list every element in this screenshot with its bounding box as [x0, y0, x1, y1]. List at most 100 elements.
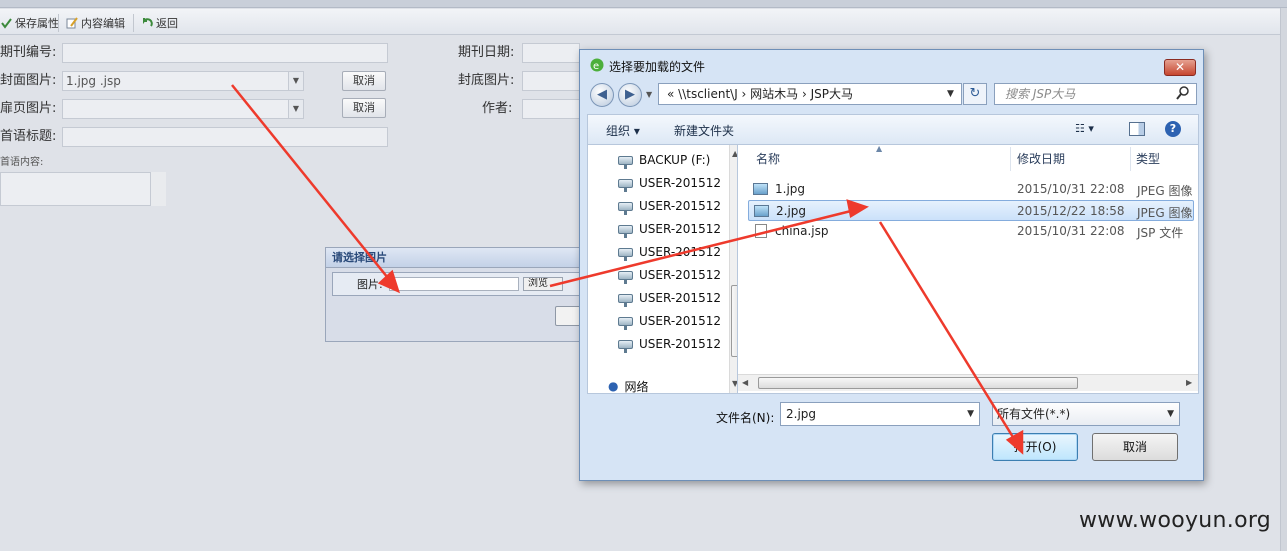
issue-number-label: 期刊编号: [0, 45, 57, 60]
view-options-icon[interactable]: ☷ ▾ [1075, 122, 1094, 135]
network-icon: ● [608, 379, 619, 393]
author-field[interactable] [522, 99, 580, 119]
chevron-down-icon[interactable]: ▼ [1167, 403, 1174, 425]
image-file-icon [753, 183, 768, 195]
tree-item[interactable]: USER-201512 [618, 333, 733, 355]
toolbar-divider [58, 14, 59, 32]
chevron-down-icon[interactable]: ▼ [288, 72, 303, 90]
address-bar[interactable]: « \\tsclient\J › 网站木马 › JSP大马 [658, 83, 962, 105]
hscroll-thumb[interactable] [758, 377, 1078, 389]
preface-title-label: 首语标题: [0, 129, 57, 144]
top-frame-line [0, 0, 1287, 8]
cancel-button[interactable]: 取消 [1092, 433, 1178, 461]
back-cover-label: 封底图片: [458, 73, 515, 88]
column-divider [1130, 147, 1131, 171]
column-type[interactable]: 类型 [1136, 145, 1160, 173]
tree-item[interactable]: USER-201512 [618, 264, 733, 286]
network-drive-icon [618, 247, 633, 261]
chevron-down-icon[interactable]: ▼ [967, 403, 974, 425]
browse-button[interactable]: 浏览 [523, 277, 563, 291]
image-picker-dialog: 请选择图片 图片: 浏览 [325, 247, 585, 342]
picker-image-label: 图片: [357, 278, 383, 291]
organize-menu[interactable]: 组织 ▾ [606, 122, 640, 139]
network-drive-icon [618, 270, 633, 284]
flyleaf-image-select[interactable]: ▼ [62, 99, 304, 119]
edit-icon [66, 17, 78, 29]
preface-content-label: 首语内容: [0, 157, 44, 168]
tree-item[interactable]: USER-201512 [618, 287, 733, 309]
image-file-icon [754, 205, 769, 217]
file-list-hscrollbar[interactable]: ◀ ▶ [738, 374, 1198, 391]
command-bar: 组织 ▾ 新建文件夹 ☷ ▾ ? [587, 114, 1199, 144]
open-button[interactable]: 打开(O) [992, 433, 1078, 461]
cover-cancel-button[interactable]: 取消 [342, 71, 386, 91]
dialog-title: 选择要加载的文件 [609, 60, 706, 74]
preface-content-textarea[interactable] [0, 172, 166, 206]
close-button[interactable]: ✕ [1164, 59, 1196, 76]
picker-file-input[interactable] [389, 277, 519, 291]
scroll-left-icon[interactable]: ◀ [742, 378, 748, 387]
preface-title-field[interactable] [62, 127, 388, 147]
tree-item-network[interactable]: ● 网络 [608, 375, 723, 397]
file-row[interactable]: 1.jpg 2015/10/31 22:08 JPEG 图像 [748, 179, 1194, 200]
network-drive-icon [618, 224, 633, 238]
back-nav-icon[interactable]: ◀ [590, 83, 614, 107]
tree-item[interactable]: USER-201512 [618, 310, 733, 332]
address-dropdown-icon[interactable]: ▼ [947, 89, 954, 99]
scroll-right-icon[interactable]: ▶ [1186, 378, 1192, 387]
filename-label: 文件名(N): [716, 411, 775, 425]
cover-image-select[interactable]: 1.jpg .jsp ▼ [62, 71, 304, 91]
back-arrow-icon [141, 17, 153, 29]
app-icon: e [590, 58, 604, 75]
history-chevron-icon[interactable]: ▼ [646, 90, 652, 99]
issue-date-label: 期刊日期: [458, 45, 515, 60]
chevron-down-icon[interactable]: ▼ [288, 100, 303, 118]
filename-input[interactable]: 2.jpg ▼ [780, 402, 980, 426]
refresh-icon[interactable]: ↻ [963, 83, 987, 105]
file-row-selected[interactable]: 2.jpg 2015/12/22 18:58 JPEG 图像 [748, 200, 1194, 221]
column-name[interactable]: 名称 [756, 145, 780, 173]
search-input[interactable]: 搜索 JSP大马 [994, 83, 1197, 105]
tree-item[interactable]: BACKUP (F:) [618, 149, 733, 171]
column-divider [1010, 147, 1011, 171]
author-label: 作者: [482, 101, 513, 116]
column-modified[interactable]: 修改日期 [1017, 145, 1065, 173]
document-file-icon [755, 224, 767, 238]
back-button[interactable]: 返回 [141, 15, 178, 31]
filetype-select[interactable]: 所有文件(*.*) ▼ [992, 402, 1180, 426]
issue-date-field[interactable] [522, 43, 580, 63]
save-attributes-button[interactable]: 保存属性 [0, 15, 59, 31]
network-drive-icon [618, 201, 633, 215]
network-drive-icon [618, 316, 633, 330]
textarea-scrollbar[interactable] [150, 172, 166, 206]
cover-image-label: 封面图片: [0, 73, 57, 88]
drive-icon [618, 155, 633, 169]
window-right-edge [1280, 8, 1287, 551]
picker-row: 图片: 浏览 [332, 272, 584, 296]
file-list: 名称 ▲ 修改日期 类型 1.jpg 2015/10/31 22:08 JPEG… [737, 144, 1199, 394]
tree-item[interactable]: USER-201512 [618, 218, 733, 240]
tree-item[interactable]: USER-201512 [618, 241, 733, 263]
save-icon [0, 17, 12, 29]
file-open-dialog: e 选择要加载的文件 ✕ ◀ ▶ ▼ « \\tsclient\J › 网站木马… [579, 49, 1204, 481]
preview-pane-icon[interactable] [1129, 122, 1145, 136]
toolbar: 保存属性 内容编辑 返回 [0, 9, 1287, 35]
network-drive-icon [618, 339, 633, 353]
sort-arrow-icon: ▲ [876, 144, 883, 153]
picker-title: 请选择图片 [326, 248, 584, 268]
forward-nav-icon[interactable]: ▶ [618, 83, 642, 107]
network-drive-icon [618, 178, 633, 192]
toolbar-divider [133, 14, 134, 32]
navigation-tree: BACKUP (F:) USER-201512 USER-201512 USER… [587, 144, 745, 397]
tree-item[interactable]: USER-201512 [618, 172, 733, 194]
back-cover-select[interactable] [522, 71, 580, 91]
edit-content-button[interactable]: 内容编辑 [66, 15, 125, 31]
help-icon[interactable]: ? [1165, 121, 1181, 137]
search-icon [1176, 86, 1190, 103]
watermark: www.wooyun.org [1079, 508, 1272, 533]
new-folder-button[interactable]: 新建文件夹 [674, 122, 734, 139]
file-row[interactable]: china.jsp 2015/10/31 22:08 JSP 文件 [748, 221, 1194, 242]
flyleaf-cancel-button[interactable]: 取消 [342, 98, 386, 118]
issue-number-field[interactable] [62, 43, 388, 63]
tree-item[interactable]: USER-201512 [618, 195, 733, 217]
